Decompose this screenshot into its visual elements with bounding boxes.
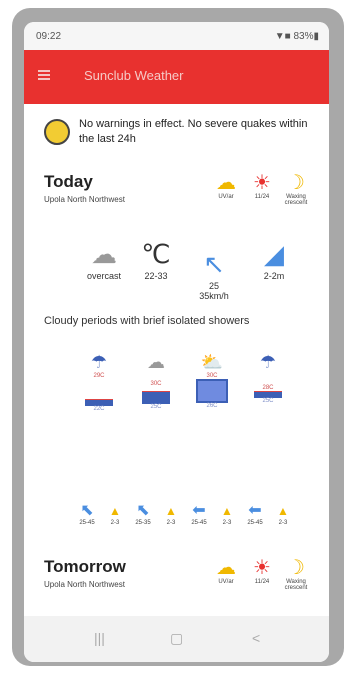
wave-height-1: ▲ 2-3 — [109, 504, 121, 526]
home-button[interactable]: ▢ — [170, 630, 183, 647]
period-evening: ☂ 28C 25C — [248, 352, 288, 404]
wave-icon: ◢ 2-2m — [263, 239, 285, 281]
wind-speed-3: ⬅ 25-45 — [191, 502, 207, 526]
today-location: Upola North Northwest — [44, 195, 125, 204]
sun-cloud-icon: ☁ UV/ar — [216, 557, 236, 585]
recents-button[interactable]: ||| — [94, 630, 105, 646]
period-morning: ☂ 29C 22C — [79, 352, 119, 412]
status-icons: ▼■ 83%▮ — [274, 31, 319, 42]
app-title: Sunclub Weather — [84, 68, 184, 83]
wind-speed-4: ⬅ 25-45 — [247, 502, 263, 526]
wave-height-2: ▲ 2-3 — [165, 504, 177, 526]
tomorrow-title: Tomorrow — [44, 557, 126, 576]
today-title: Today — [44, 172, 93, 191]
phone-screen: 09:22 ▼■ 83%▮ Sunclub Weather No warning… — [24, 22, 329, 662]
android-nav-bar: ||| ▢ < — [24, 616, 329, 662]
wave-height-3: ▲ 2-3 — [221, 504, 233, 526]
forecast-description: Cloudy periods with brief isolated showe… — [44, 315, 250, 327]
moon-icon: ☽ Waxing crescent — [284, 557, 308, 591]
period-afternoon: ⛅ 30C 26C — [192, 352, 232, 409]
app-bar: Sunclub Weather — [24, 50, 329, 104]
tomorrow-location: Upola North Northwest — [44, 580, 125, 589]
notice-text: No warnings in effect. No severe quakes … — [79, 118, 308, 145]
back-button[interactable]: < — [252, 630, 260, 646]
status-time: 09:22 — [36, 31, 62, 42]
menu-icon[interactable] — [38, 70, 50, 80]
warning-notice: No warnings in effect. No severe quakes … — [44, 117, 319, 157]
wave-height-4: ▲ 2-3 — [277, 504, 289, 526]
moon-icon: ☽ Waxing crescent — [284, 172, 308, 206]
wind-arrow-icon: ↖ 25 35km/h — [199, 249, 229, 301]
wind-speed-2: ⬉ 25-35 — [135, 502, 151, 526]
status-bar: 09:22 ▼■ 83%▮ — [24, 22, 329, 50]
period-midday: ☁ 30C 25C — [136, 352, 176, 410]
smiley-icon — [44, 119, 70, 145]
wind-speed-1: ⬉ 25-45 — [79, 502, 95, 526]
sun-cloud-icon: ☁ UV/ar — [216, 172, 236, 200]
cloud-icon: ☁ overcast — [86, 239, 121, 281]
thermometer-icon: ℃ 22-33 — [141, 239, 171, 281]
